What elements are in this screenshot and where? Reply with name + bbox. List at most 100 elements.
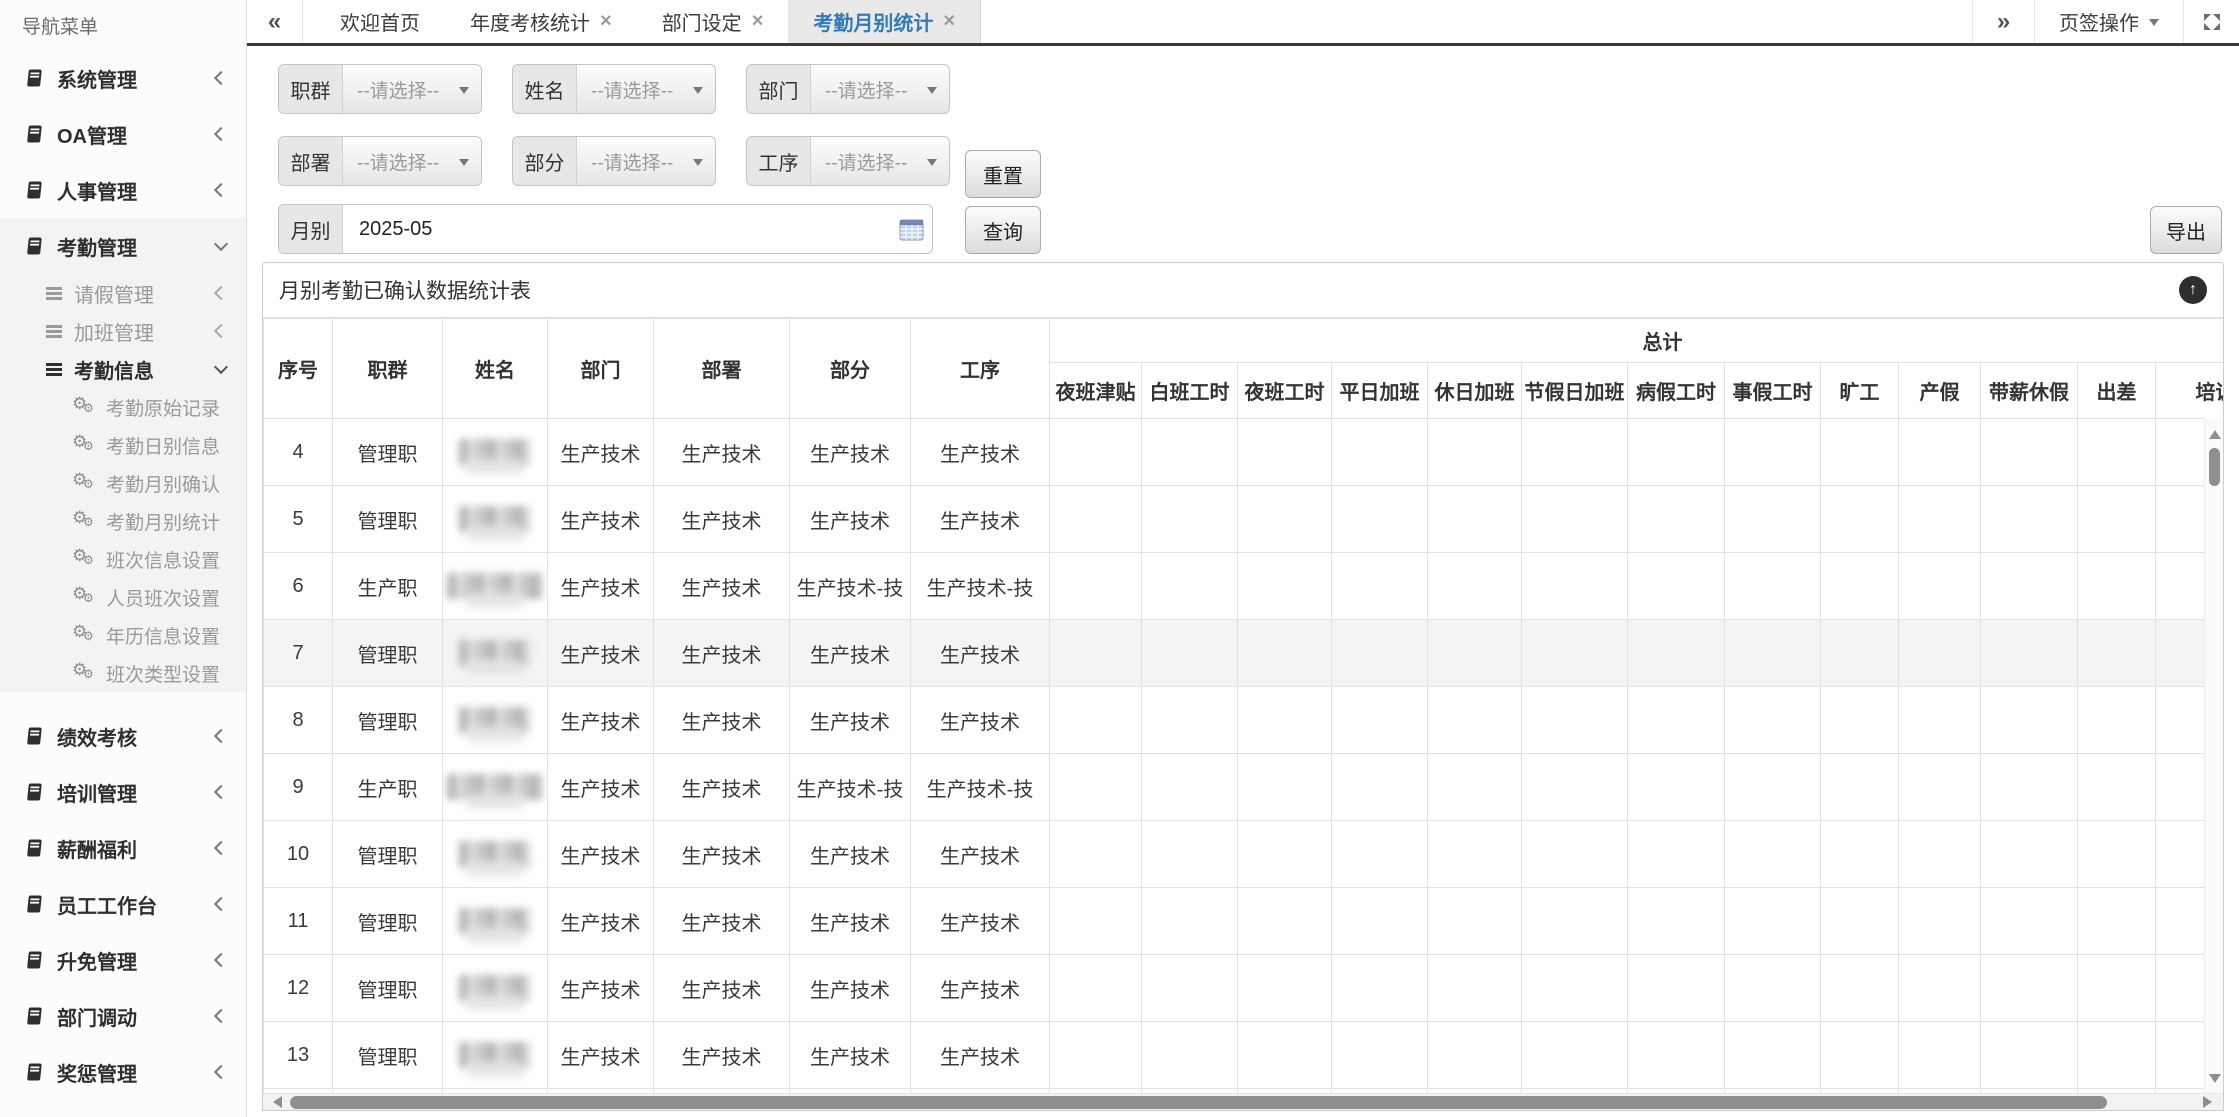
book-icon xyxy=(24,68,44,88)
tab[interactable]: 考勤月别统计× xyxy=(788,0,981,43)
cell-process: 生产技术 xyxy=(911,821,1050,888)
table-row[interactable]: 13管理职生产技术生产技术生产技术生产技术 xyxy=(264,1022,2224,1089)
table-row[interactable]: 12管理职生产技术生产技术生产技术生产技术 xyxy=(264,955,2224,1022)
sidebar-item[interactable]: 考勤信息 xyxy=(0,350,246,388)
sidebar-item[interactable]: ⚙⚙考勤月别统计 xyxy=(0,502,246,540)
table-row[interactable]: 11管理职生产技术生产技术生产技术生产技术 xyxy=(264,888,2224,955)
sidebar-item[interactable]: ⚙⚙班次信息设置 xyxy=(0,540,246,578)
cell-name xyxy=(443,553,548,620)
cell-dept: 生产技术 xyxy=(548,620,654,687)
arrow-up-icon: ↑ xyxy=(2189,281,2197,299)
cell-metric xyxy=(1628,955,1725,1022)
filter-select-label: 职群 xyxy=(279,65,343,113)
cell-metric xyxy=(1142,419,1238,486)
group-header-total: 总计 xyxy=(1050,319,2224,363)
tab[interactable]: 欢迎首页 xyxy=(315,0,445,43)
cell-metric xyxy=(1628,419,1725,486)
metric-column-header: 带薪休假 xyxy=(1981,363,2078,419)
filter-select[interactable]: 部署--请选择-- xyxy=(278,136,482,186)
cell-section: 生产技术 xyxy=(790,687,911,754)
scroll-right-arrow-icon[interactable] xyxy=(2203,1096,2218,1108)
cell-process: 生产技术 xyxy=(911,620,1050,687)
sidebar-item[interactable]: ⚙⚙年历信息设置 xyxy=(0,616,246,654)
cell-metric xyxy=(1522,955,1628,1022)
tabs-scroll-right-button[interactable]: » xyxy=(1972,0,2034,43)
cell-metric xyxy=(1050,486,1142,553)
tab-label: 部门设定 xyxy=(662,7,742,36)
name-blur-block xyxy=(459,1042,531,1068)
calendar-icon[interactable] xyxy=(899,218,924,241)
filter-select-label: 部门 xyxy=(747,65,811,113)
table-header-group-row: 序号职群姓名部门部署部分工序总计 xyxy=(264,319,2224,363)
tabs: 欢迎首页年度考核统计×部门设定×考勤月别统计× xyxy=(303,0,981,43)
vertical-scrollbar[interactable] xyxy=(2204,418,2223,1093)
sidebar-item-label: 人事管理 xyxy=(57,176,137,205)
sidebar-item[interactable]: 加班管理 xyxy=(0,312,246,350)
gears-icon: ⚙⚙ xyxy=(72,510,96,532)
close-icon[interactable]: × xyxy=(752,10,764,33)
filter-select[interactable]: 部分--请选择-- xyxy=(512,136,716,186)
vertical-scrollbar-thumb[interactable] xyxy=(2209,448,2220,486)
sidebar-item[interactable]: 人事管理 xyxy=(0,162,246,218)
cell-metric xyxy=(1522,486,1628,553)
sidebar-item[interactable]: 部门调动 xyxy=(0,988,246,1044)
filter-select-value: --请选择-- xyxy=(343,65,481,113)
collapse-panel-button[interactable]: ↑ xyxy=(2179,276,2207,304)
sidebar-item[interactable]: 升免管理 xyxy=(0,932,246,988)
cell-metric xyxy=(1050,955,1142,1022)
filter-select[interactable]: 姓名--请选择-- xyxy=(512,64,716,114)
sidebar-item[interactable]: 考勤管理 xyxy=(0,218,246,274)
sidebar-item[interactable]: 奖惩管理 xyxy=(0,1044,246,1100)
table-row[interactable]: 4管理职生产技术生产技术生产技术生产技术 xyxy=(264,419,2224,486)
cell-metric xyxy=(1725,754,1821,821)
table-row[interactable]: 6生产职生产技术生产技术生产技术-技生产技术-技 xyxy=(264,553,2224,620)
sidebar-item-label: OA管理 xyxy=(57,120,127,149)
sidebar-item[interactable]: OA管理 xyxy=(0,106,246,162)
filter-select[interactable]: 部门--请选择-- xyxy=(746,64,950,114)
month-input[interactable]: 2025-05 xyxy=(343,205,932,253)
scroll-down-arrow-icon[interactable] xyxy=(2209,1074,2221,1089)
tab[interactable]: 年度考核统计× xyxy=(445,0,637,43)
tabs-scroll-left-button[interactable]: « xyxy=(247,0,303,43)
tab[interactable]: 部门设定 × xyxy=(637,0,789,43)
fullscreen-button[interactable] xyxy=(2183,0,2239,43)
filter-select[interactable]: 职群--请选择-- xyxy=(278,64,482,114)
filter-select[interactable]: 工序--请选择-- xyxy=(746,136,950,186)
sidebar-item[interactable]: 系统管理 xyxy=(0,50,246,106)
book-icon xyxy=(24,1062,44,1082)
close-icon[interactable]: × xyxy=(600,10,612,33)
name-blur-block xyxy=(459,908,531,934)
sidebar-item[interactable]: ⚙⚙班次类型设置 xyxy=(0,654,246,692)
table-row[interactable]: 8管理职生产技术生产技术生产技术生产技术 xyxy=(264,687,2224,754)
sidebar-item[interactable]: 员工工作台 xyxy=(0,876,246,932)
table-row[interactable]: 7管理职生产技术生产技术生产技术生产技术 xyxy=(264,620,2224,687)
scroll-up-arrow-icon[interactable] xyxy=(2209,424,2221,439)
cell-process: 生产技术 xyxy=(911,1022,1050,1089)
cell-metric xyxy=(1899,888,1981,955)
table-row[interactable]: 10管理职生产技术生产技术生产技术生产技术 xyxy=(264,821,2224,888)
close-icon[interactable]: × xyxy=(943,10,955,33)
cell-row-number: 11 xyxy=(264,888,333,955)
reset-button[interactable]: 重置 xyxy=(965,150,1041,198)
sidebar-item[interactable]: ⚙⚙考勤月别确认 xyxy=(0,464,246,502)
redacted-name xyxy=(445,1042,545,1068)
table-row[interactable]: 5管理职生产技术生产技术生产技术生产技术 xyxy=(264,486,2224,553)
sidebar-item[interactable]: 薪酬福利 xyxy=(0,820,246,876)
sidebar-item[interactable]: 培训管理 xyxy=(0,764,246,820)
sidebar-item[interactable]: ⚙⚙人员班次设置 xyxy=(0,578,246,616)
horizontal-scrollbar-thumb[interactable] xyxy=(290,1096,2107,1109)
month-field[interactable]: 月别 2025-05 xyxy=(278,204,933,254)
scroll-left-arrow-icon[interactable] xyxy=(267,1096,282,1108)
sidebar-item[interactable]: 请假管理 xyxy=(0,274,246,312)
query-button[interactable]: 查询 xyxy=(965,206,1041,254)
table-row[interactable]: 9生产职生产技术生产技术生产技术-技生产技术-技 xyxy=(264,754,2224,821)
cell-metric xyxy=(1142,821,1238,888)
selected-option: --请选择-- xyxy=(357,148,439,175)
sidebar-item[interactable]: ⚙⚙考勤日别信息 xyxy=(0,426,246,464)
export-button[interactable]: 导出 xyxy=(2150,206,2222,254)
sidebar-item[interactable]: 绩效考核 xyxy=(0,708,246,764)
horizontal-scrollbar[interactable] xyxy=(263,1093,2223,1110)
tab-operations-dropdown[interactable]: 页签操作 xyxy=(2034,0,2183,43)
chevron-left-icon xyxy=(214,1065,228,1079)
sidebar-item[interactable]: ⚙⚙考勤原始记录 xyxy=(0,388,246,426)
